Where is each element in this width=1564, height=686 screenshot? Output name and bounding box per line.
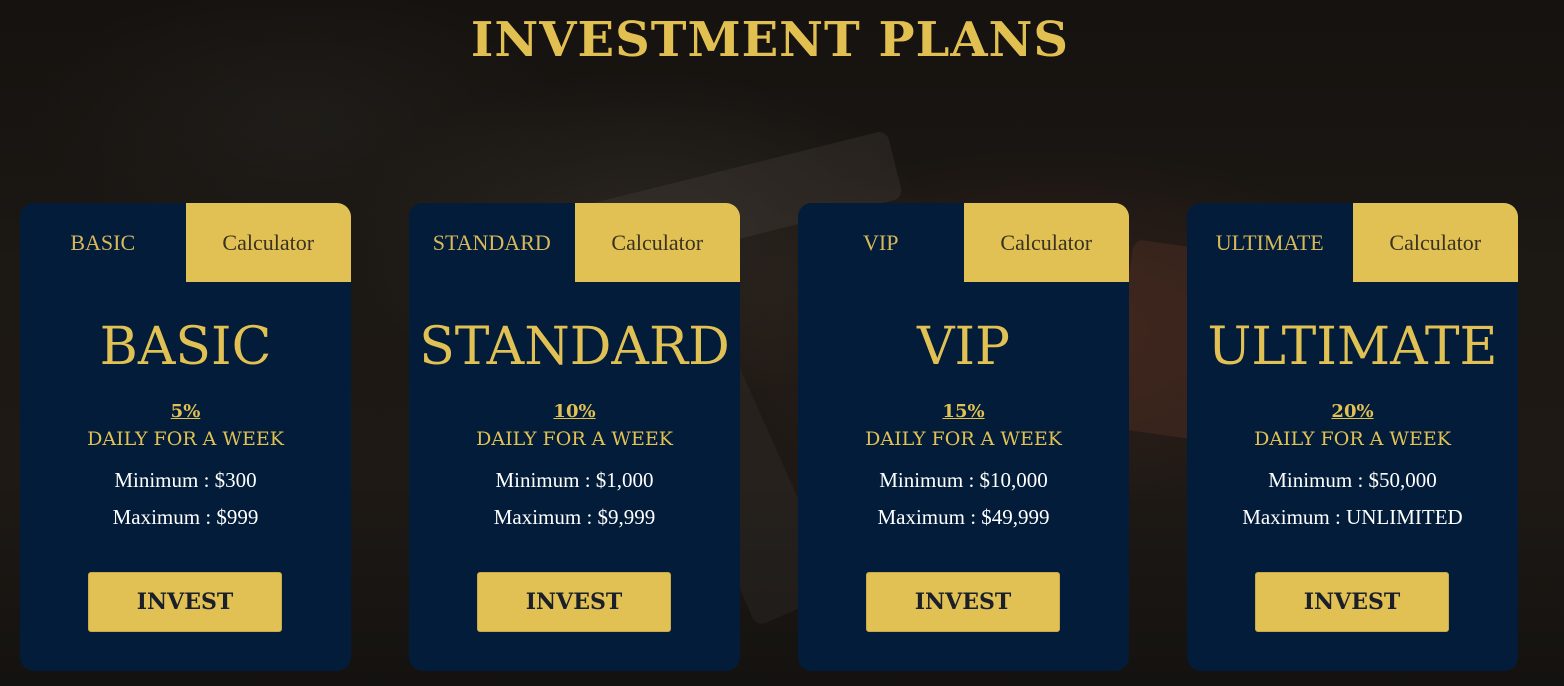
plan-period: DAILY FOR A WEEK: [87, 428, 284, 450]
plan-period: DAILY FOR A WEEK: [476, 428, 673, 450]
plan-name: VIP: [916, 317, 1011, 377]
plan-name: ULTIMATE: [1207, 317, 1498, 377]
tab-calculator[interactable]: Calculator: [185, 203, 351, 282]
tab-plan[interactable]: BASIC: [20, 203, 186, 282]
plan-tabs: STANDARD Calculator: [409, 203, 740, 282]
plan-name: BASIC: [99, 317, 272, 377]
plan-minimum: Minimum : $1,000: [495, 468, 654, 492]
plan-rate: 10%: [553, 401, 596, 422]
invest-button[interactable]: INVEST: [866, 572, 1060, 632]
plan-rate: 5%: [170, 401, 201, 422]
plan-tabs: ULTIMATE Calculator: [1187, 203, 1518, 282]
plan-tabs: BASIC Calculator: [20, 203, 351, 282]
invest-button[interactable]: INVEST: [1255, 572, 1449, 632]
plan-card-ultimate: ULTIMATE Calculator ULTIMATE 20% DAILY F…: [1187, 203, 1518, 671]
plan-maximum: Maximum : $9,999: [493, 505, 656, 529]
plan-maximum: Maximum : $999: [112, 505, 259, 529]
plan-tabs: VIP Calculator: [798, 203, 1129, 282]
section-title: INVESTMENT PLANS: [470, 12, 1070, 68]
plan-period: DAILY FOR A WEEK: [865, 428, 1062, 450]
tab-plan[interactable]: ULTIMATE: [1187, 203, 1353, 282]
plan-minimum: Minimum : $10,000: [879, 468, 1048, 492]
plan-period: DAILY FOR A WEEK: [1254, 428, 1451, 450]
plan-card-vip: VIP Calculator VIP 15% DAILY FOR A WEEK …: [798, 203, 1129, 671]
plan-card-standard: STANDARD Calculator STANDARD 10% DAILY F…: [409, 203, 740, 671]
plan-rate: 15%: [942, 401, 985, 422]
plan-maximum: Maximum : $49,999: [877, 505, 1050, 529]
tab-plan[interactable]: STANDARD: [409, 203, 575, 282]
tab-plan[interactable]: VIP: [798, 203, 964, 282]
plan-minimum: Minimum : $50,000: [1268, 468, 1437, 492]
plan-maximum: Maximum : UNLIMITED: [1242, 505, 1463, 529]
plan-rate: 20%: [1331, 401, 1374, 422]
plan-minimum: Minimum : $300: [114, 468, 257, 492]
invest-button[interactable]: INVEST: [88, 572, 282, 632]
tab-calculator[interactable]: Calculator: [963, 203, 1129, 282]
invest-button[interactable]: INVEST: [477, 572, 671, 632]
tab-calculator[interactable]: Calculator: [1352, 203, 1518, 282]
plan-card-basic: BASIC Calculator BASIC 5% DAILY FOR A WE…: [20, 203, 351, 671]
plan-name: STANDARD: [419, 317, 730, 377]
tab-calculator[interactable]: Calculator: [574, 203, 740, 282]
